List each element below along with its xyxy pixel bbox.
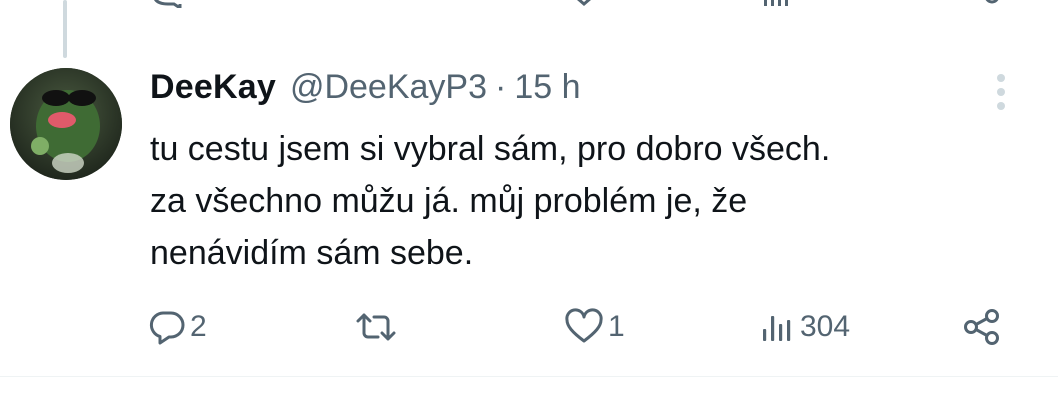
tweet-header: DeeKay @DeeKayP3 · 15 h: [150, 68, 581, 108]
reply-icon[interactable]: [150, 0, 210, 8]
views-icon: [763, 316, 791, 341]
author-handle[interactable]: @DeeKayP3: [290, 68, 487, 107]
tweet-timestamp[interactable]: 15 h: [514, 68, 580, 107]
share-button[interactable]: [962, 305, 1002, 349]
repost-icon[interactable]: [358, 0, 398, 8]
tweet-text-line: nenávidím sám sebe.: [150, 234, 474, 272]
tweet-text: tu cestu jsem si vybral sám, pro dobro v…: [150, 123, 1030, 279]
repost-icon: [356, 313, 396, 341]
author-name[interactable]: DeeKay: [150, 68, 276, 107]
views-icon[interactable]: [762, 0, 852, 8]
tweet-action-bar: 2 1 304: [0, 305, 1058, 349]
view-count: 304: [800, 310, 851, 343]
share-icon: [964, 309, 999, 345]
heart-icon: [565, 308, 603, 343]
reply-button[interactable]: 2: [148, 305, 207, 349]
like-button[interactable]: 1: [564, 305, 625, 349]
tweet-text-line: tu cestu jsem si vybral sám, pro dobro v…: [150, 130, 831, 168]
reply-count: 2: [190, 310, 207, 343]
heart-icon[interactable]: [566, 0, 626, 8]
tweet-divider: [0, 376, 1058, 377]
previous-tweet-action-bar: [0, 0, 1058, 8]
more-icon[interactable]: [993, 73, 1009, 111]
reply-icon: [149, 311, 185, 345]
avatar[interactable]: [10, 68, 122, 180]
thread-connector-line: [63, 0, 67, 58]
like-count: 1: [608, 310, 625, 343]
separator-dot: ·: [495, 68, 507, 106]
share-icon[interactable]: [980, 0, 1004, 8]
views-button[interactable]: 304: [760, 305, 850, 349]
tweet-text-line: za všechno můžu já. můj problém je, že: [150, 182, 748, 220]
repost-button[interactable]: [354, 305, 402, 349]
